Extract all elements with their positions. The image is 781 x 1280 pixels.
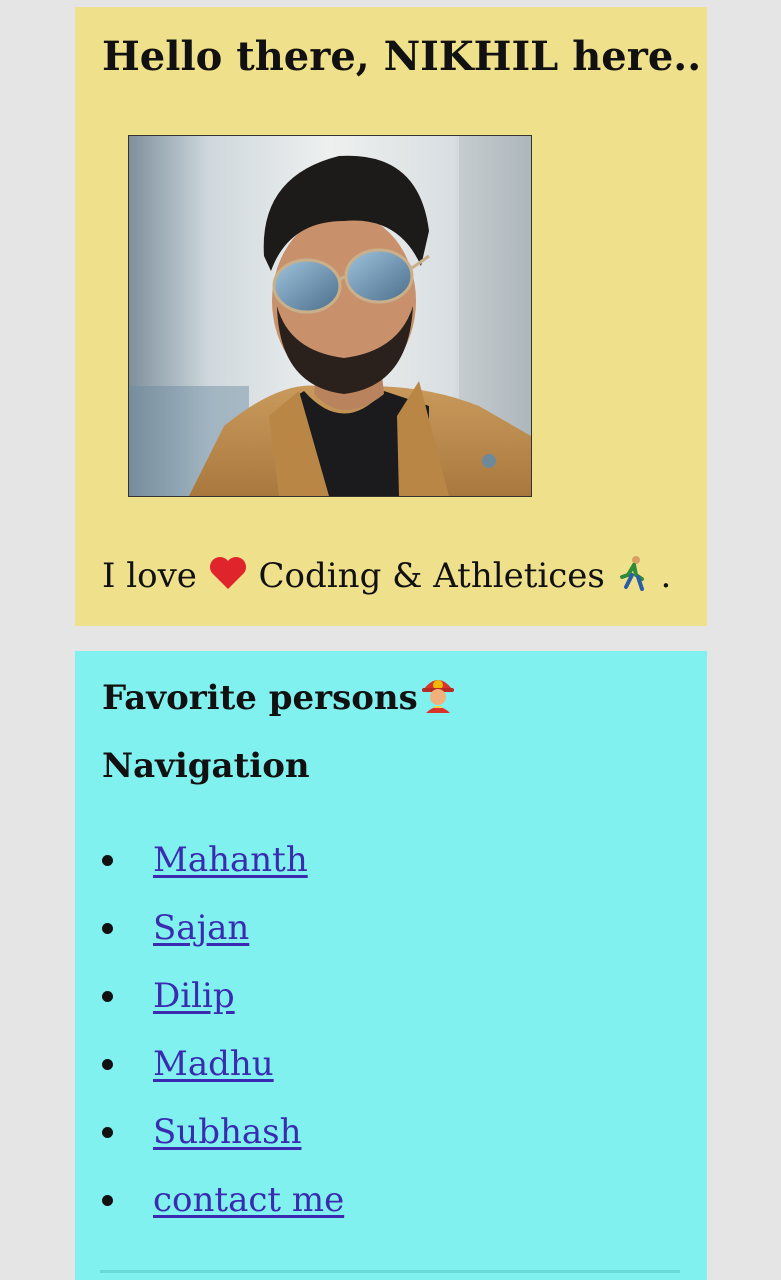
list-item: Sajan [102, 895, 344, 963]
bullet-icon [102, 855, 113, 866]
firefighter-icon [418, 673, 458, 725]
profile-photo-illustration [129, 136, 531, 496]
link-dilip[interactable]: Dilip [153, 976, 235, 1016]
bullet-icon [102, 991, 113, 1002]
list-item: Madhu [102, 1031, 344, 1099]
list-item: Mahanth [102, 827, 344, 895]
navigation-list: Mahanth Sajan Dilip Madhu Subhash contac… [102, 827, 344, 1235]
bullet-icon [102, 923, 113, 934]
link-contact-me[interactable]: contact me [153, 1180, 344, 1220]
link-mahanth[interactable]: Mahanth [153, 840, 308, 880]
intro-text-after: . [660, 556, 672, 596]
intro-card: Hello there, NIKHIL here.. I love Coding… [75, 7, 707, 626]
list-item: Dilip [102, 963, 344, 1031]
list-item: Subhash [102, 1099, 344, 1167]
page: Hello there, NIKHIL here.. I love Coding… [0, 0, 781, 1280]
link-sajan[interactable]: Sajan [153, 908, 249, 948]
favorites-card: Favorite persons Navigation Mahanth Saja… [75, 651, 707, 1280]
heart-icon [208, 555, 248, 602]
intro-text-middle: Coding & Athletices [258, 556, 605, 596]
list-item: contact me [102, 1167, 344, 1235]
bullet-icon [102, 1195, 113, 1206]
divider [100, 1270, 680, 1273]
intro-title: Hello there, NIKHIL here.. [102, 33, 702, 80]
link-madhu[interactable]: Madhu [153, 1044, 274, 1084]
link-subhash[interactable]: Subhash [153, 1112, 301, 1152]
intro-text: I love Coding & Athletices . [102, 554, 671, 602]
intro-text-before: I love [102, 556, 197, 596]
favorites-title: Favorite persons [102, 673, 458, 725]
favorites-title-text: Favorite persons [102, 678, 418, 718]
bullet-icon [102, 1059, 113, 1070]
profile-photo [128, 135, 532, 497]
bullet-icon [102, 1127, 113, 1138]
runner-icon [616, 555, 650, 602]
navigation-heading: Navigation [102, 746, 310, 786]
